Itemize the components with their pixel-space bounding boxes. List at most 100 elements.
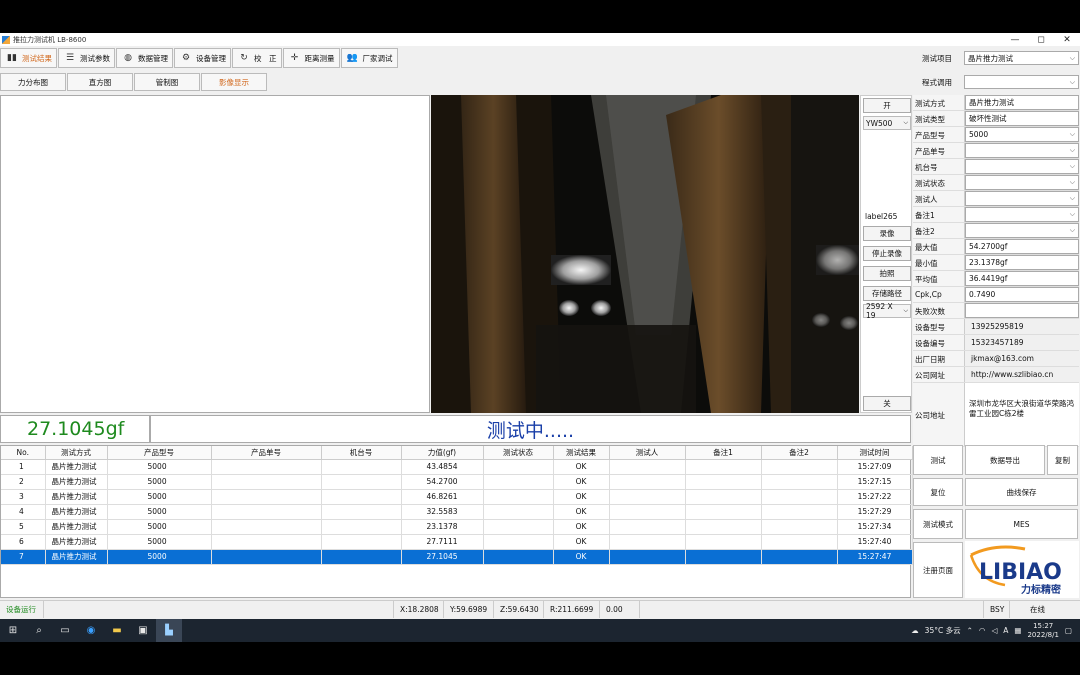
edge-browser-icon[interactable]: ◉ [78,619,104,642]
close-button[interactable]: ✕ [1054,35,1080,45]
table-row[interactable]: 1 晶片推力测试 5000 43.4854 OK 15:27:09 [1,459,913,475]
column-header[interactable]: 测试状态 [483,446,554,460]
table-row[interactable]: 4 晶片推力测试 5000 32.5583 OK 15:27:29 [1,504,913,520]
task-view-icon[interactable]: ▭ [52,619,78,642]
info-row: 设备型号 13925295819 [913,319,1079,335]
table-cell: 7 [1,549,46,565]
toolbar-button-1[interactable]: ☰ 测试参数 [58,48,115,68]
copy-button[interactable]: 复制 [1047,445,1078,475]
info-value[interactable]: ⌵ [965,175,1079,190]
table-cell: 32.5583 [401,504,484,520]
export-button[interactable]: 数据导出 [965,445,1045,475]
info-value[interactable]: ⌵ [965,143,1079,158]
volume-icon[interactable]: ◁ [991,626,997,635]
camera-close-button[interactable]: 关 [863,396,911,411]
notification-icon[interactable]: ▢ [1065,626,1072,635]
test-mode-button[interactable]: 测试模式 [913,509,963,539]
reset-button[interactable]: 复位 [913,478,963,506]
table-cell [761,489,838,505]
table-cell [609,504,686,520]
table-cell [211,519,322,535]
table-row[interactable]: 5 晶片推力测试 5000 23.1378 OK 15:27:34 [1,519,913,535]
table-cell [483,489,554,505]
camera-controls: 开 YW500 ⌵ label265 录像 停止录像 拍照 存储路径 2592 X… [860,95,912,413]
save-curve-button[interactable]: 曲线保存 [965,478,1078,506]
toolbar-button-label: 测试参数 [80,53,110,63]
column-header[interactable]: 测试结果 [553,446,610,460]
column-header[interactable]: 机台号 [321,446,402,460]
ime-indicator[interactable]: A [1003,626,1008,635]
test-status-message: 测试中..... [150,415,911,443]
table-cell [685,519,762,535]
table-cell: 2 [1,474,46,490]
toolbar-button-0[interactable]: ▮▮ 测试结果 [0,48,57,68]
camera-open-button[interactable]: 开 [863,98,911,113]
table-cell [761,504,838,520]
program-select[interactable]: ⌵ [964,75,1079,89]
z-coordinate: Z:59.6430 [494,600,544,618]
table-row[interactable]: 7 晶片推力测试 5000 27.1045 OK 15:27:47 [1,549,913,565]
test-app-taskbar-icon[interactable]: ▙ [156,619,182,642]
test-item-select[interactable]: 晶片推力测试 ⌵ [964,51,1079,65]
column-header[interactable]: 产品型号 [107,446,212,460]
column-header[interactable]: 备注2 [761,446,838,460]
crosshair-icon: ✛ [290,53,299,63]
wifi-icon[interactable]: ◠ [979,626,986,635]
info-value[interactable]: ⌵ [965,159,1079,174]
toolbar-button-2[interactable]: ◍ 数据管理 [116,48,173,68]
column-header[interactable]: 测试时间 [837,446,913,460]
chevron-down-icon: ⌵ [1069,194,1075,202]
toolbar-button-6[interactable]: 👥 厂家调试 [340,48,398,68]
app-window-icon[interactable]: ▣ [130,619,156,642]
column-header[interactable]: 测试方式 [45,446,108,460]
info-value-text: jkmax@163.com [971,354,1034,363]
info-value[interactable]: ⌵ [965,223,1079,238]
mes-button[interactable]: MES [965,509,1078,539]
resolution-value: 2592 X 19 [866,302,893,320]
view-tab-0[interactable]: 力分布图 [0,73,66,91]
info-value[interactable]: ⌵ [965,207,1079,222]
column-header[interactable]: 产品单号 [211,446,322,460]
table-row[interactable]: 6 晶片推力测试 5000 27.7111 OK 15:27:40 [1,534,913,550]
save-path-button[interactable]: 存储路径 [863,286,911,301]
stop-record-button[interactable]: 停止录像 [863,246,911,261]
input-method-icon[interactable]: ▦ [1014,626,1021,635]
file-explorer-icon[interactable]: ▬ [104,619,130,642]
toolbar-button-3[interactable]: ⚙ 设备管理 [174,48,231,68]
maximize-button[interactable]: ◻ [1028,35,1054,45]
info-value: 54.2700gf [965,239,1079,254]
table-cell [321,489,402,505]
record-button[interactable]: 录像 [863,226,911,241]
register-button[interactable]: 注册页面 [913,542,963,598]
clock[interactable]: 15:27 2022/8/1 [1027,622,1058,640]
resolution-select[interactable]: 2592 X 19 ⌵ [863,302,911,320]
column-header[interactable]: 备注1 [685,446,762,460]
windows-start-icon[interactable]: ⊞ [0,619,26,642]
camera-model-select[interactable]: YW500 ⌵ [863,116,911,130]
view-tab-3[interactable]: 影像显示 [201,73,267,91]
toolbar-button-5[interactable]: ✛ 距离测量 [282,48,340,68]
column-header[interactable]: 力值(gf) [401,446,484,460]
info-value[interactable]: ⌵ [965,191,1079,206]
table-cell [321,519,402,535]
chevron-up-icon[interactable]: ⌃ [967,626,973,635]
table-cell: 15:27:34 [837,519,913,535]
table-cell: 5000 [107,549,212,565]
info-value[interactable]: 5000 ⌵ [965,127,1079,142]
info-row: 最小值 23.1378gf [913,255,1079,271]
weather-text: 35°C 多云 [924,626,961,635]
search-icon[interactable]: ⌕ [26,619,52,642]
column-header[interactable]: No. [1,446,46,460]
column-header[interactable]: 测试人 [609,446,686,460]
toolbar-button-4[interactable]: ↻ 校 正 [232,48,282,68]
view-tab-2[interactable]: 管制图 [134,73,200,91]
table-row[interactable]: 3 晶片推力测试 5000 46.8261 OK 15:27:22 [1,489,913,505]
table-row[interactable]: 2 晶片推力测试 5000 54.2700 OK 15:27:15 [1,474,913,490]
snapshot-button[interactable]: 拍照 [863,266,911,281]
info-row: 备注2 ⌵ [913,223,1079,239]
test-button[interactable]: 测试 [913,445,963,475]
minimize-button[interactable]: — [1002,35,1028,45]
info-row: 机台号 ⌵ [913,159,1079,175]
chevron-down-icon: ⌵ [1069,178,1075,186]
view-tab-1[interactable]: 直方图 [67,73,133,91]
